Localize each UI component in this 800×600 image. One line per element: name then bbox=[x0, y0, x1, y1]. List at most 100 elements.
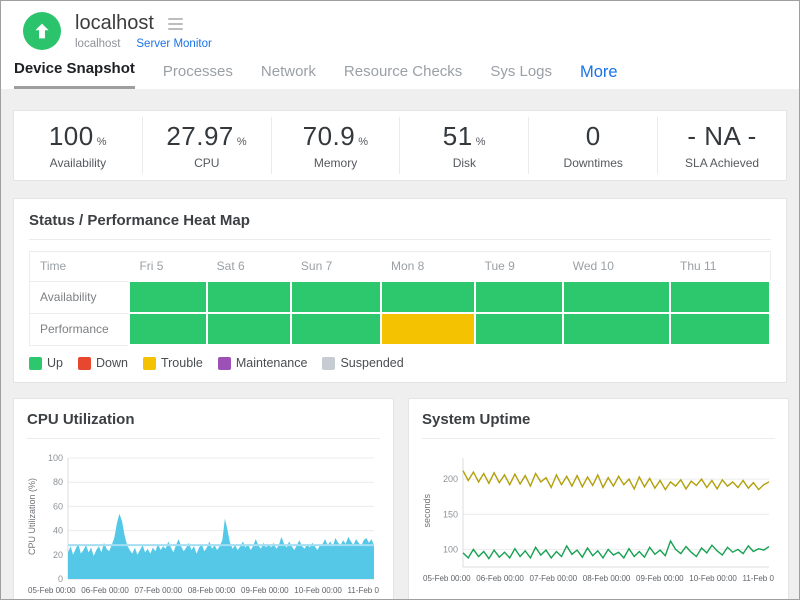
breadcrumb-category-link[interactable]: Server Monitor bbox=[136, 38, 211, 50]
heatmap-cell-availability-tue-9[interactable] bbox=[475, 281, 563, 313]
stat-cpu: 27.97%CPU bbox=[142, 117, 271, 174]
svg-text:80: 80 bbox=[53, 477, 63, 487]
heatmap-cell-performance-tue-9[interactable] bbox=[475, 313, 563, 345]
tab-processes[interactable]: Processes bbox=[163, 57, 233, 89]
stat-value: 27.97% bbox=[143, 121, 271, 152]
stat-sla-achieved: - NA - SLA Achieved bbox=[657, 117, 786, 174]
heatmap-card: Status / Performance Heat Map TimeFri 5S… bbox=[13, 198, 787, 383]
charts-row: CPU Utilization CPU Utilization (%) 0204… bbox=[13, 398, 787, 600]
svg-text:60: 60 bbox=[53, 501, 63, 511]
heatmap-col-fri-5: Fri 5 bbox=[129, 252, 206, 282]
tab-resource-checks[interactable]: Resource Checks bbox=[344, 57, 462, 89]
heatmap-col-wed-10: Wed 10 bbox=[563, 252, 670, 282]
heatmap-cell-performance-fri-5[interactable] bbox=[129, 313, 206, 345]
tab-network[interactable]: Network bbox=[261, 57, 316, 89]
heatmap-cell-performance-mon-8[interactable] bbox=[381, 313, 475, 345]
legend-item-suspended: Suspended bbox=[322, 356, 403, 370]
stat-value: 0 bbox=[529, 121, 657, 152]
content-area: 100%Availability27.97%CPU70.9%Memory51%D… bbox=[1, 89, 799, 600]
heatmap-col-mon-8: Mon 8 bbox=[381, 252, 475, 282]
svg-text:100: 100 bbox=[48, 453, 63, 463]
heatmap-legend: UpDownTroubleMaintenanceSuspended bbox=[29, 356, 771, 370]
heatmap-cell-performance-wed-10[interactable] bbox=[563, 313, 670, 345]
x-tick-label: 08-Feb 00:00 bbox=[583, 574, 631, 583]
heatmap-col-sun-7: Sun 7 bbox=[291, 252, 381, 282]
server-monitor-window: localhost localhost Server Monitor Devic… bbox=[0, 0, 800, 600]
x-tick-label: 10-Feb 00:00 bbox=[294, 586, 342, 595]
legend-label: Up bbox=[47, 356, 63, 370]
stat-unit: % bbox=[358, 136, 368, 148]
svg-text:20: 20 bbox=[53, 550, 63, 560]
uptime-chart-xaxis: 05-Feb 00:00 06-Feb 00:00 07-Feb 00:00 08-F… bbox=[422, 574, 775, 583]
stat-disk: 51% Disk bbox=[399, 117, 528, 174]
x-tick-label: 11-Feb 0 bbox=[743, 574, 774, 583]
svg-text:0: 0 bbox=[58, 574, 63, 584]
x-tick-label: 11-Feb 0 bbox=[348, 586, 379, 595]
heatmap-row-label: Performance bbox=[30, 313, 130, 345]
breadcrumb: localhost Server Monitor bbox=[75, 38, 212, 50]
stat-unit: % bbox=[97, 136, 107, 148]
cpu-chart-title: CPU Utilization bbox=[27, 411, 380, 439]
svg-text:200: 200 bbox=[443, 474, 458, 484]
heatmap-title: Status / Performance Heat Map bbox=[29, 212, 771, 240]
x-tick-label: 05-Feb 00:00 bbox=[423, 574, 471, 583]
stat-label: Availability bbox=[14, 156, 142, 170]
stat-label: SLA Achieved bbox=[658, 156, 786, 170]
legend-label: Suspended bbox=[340, 356, 403, 370]
legend-swatch-up bbox=[29, 357, 42, 370]
heatmap-row-label: Availability bbox=[30, 281, 130, 313]
cpu-chart-xaxis: 05-Feb 00:0006-Feb 00:0007-Feb 00:0008-F… bbox=[27, 586, 380, 595]
uptime-chart-ylabel: seconds bbox=[422, 494, 435, 528]
heatmap-cell-availability-sun-7[interactable] bbox=[291, 281, 381, 313]
heatmap-col-tue-9: Tue 9 bbox=[475, 252, 563, 282]
heatmap-col-time: Time bbox=[30, 252, 130, 282]
heatmap-header-row: TimeFri 5Sat 6Sun 7Mon 8Tue 9Wed 10Thu 1… bbox=[30, 252, 771, 282]
heatmap-cell-availability-fri-5[interactable] bbox=[129, 281, 206, 313]
tab-more[interactable]: More bbox=[580, 57, 618, 89]
x-tick-label: 05-Feb 00:00 bbox=[28, 586, 76, 595]
stat-label: Disk bbox=[400, 156, 528, 170]
heatmap-table: TimeFri 5Sat 6Sun 7Mon 8Tue 9Wed 10Thu 1… bbox=[29, 251, 771, 346]
stat-value: 51% bbox=[400, 121, 528, 152]
heatmap-body: AvailabilityPerformance bbox=[30, 281, 771, 345]
legend-swatch-maintenance bbox=[218, 357, 231, 370]
heatmap-cell-availability-thu-11[interactable] bbox=[670, 281, 770, 313]
stat-value: 100% bbox=[14, 121, 142, 152]
x-tick-label: 09-Feb 00:00 bbox=[241, 586, 289, 595]
legend-item-maintenance: Maintenance bbox=[218, 356, 308, 370]
tab-sys-logs[interactable]: Sys Logs bbox=[490, 57, 552, 89]
x-tick-label: 07-Feb 00:00 bbox=[530, 574, 578, 583]
heatmap-cell-performance-sat-6[interactable] bbox=[207, 313, 291, 345]
svg-text:150: 150 bbox=[443, 509, 458, 519]
page-title: localhost bbox=[75, 12, 154, 35]
svg-text:40: 40 bbox=[53, 526, 63, 536]
stat-value: - NA - bbox=[658, 121, 786, 152]
breadcrumb-device-name: localhost bbox=[75, 38, 120, 50]
x-tick-label: 06-Feb 00:00 bbox=[476, 574, 524, 583]
system-uptime-chart: 100 150 200 bbox=[435, 450, 775, 572]
stat-value: 70.9% bbox=[272, 121, 400, 152]
heatmap-cell-performance-thu-11[interactable] bbox=[670, 313, 770, 345]
stat-memory: 70.9% Memory bbox=[271, 117, 400, 174]
cpu-utilization-chart: 0 20 40 60 80 100 bbox=[40, 450, 380, 584]
tab-bar: Device Snapshot Processes Network Resource … bbox=[1, 52, 799, 89]
stats-summary-card: 100%Availability27.97%CPU70.9%Memory51%D… bbox=[13, 110, 787, 181]
heatmap-cell-availability-wed-10[interactable] bbox=[563, 281, 670, 313]
legend-swatch-trouble bbox=[143, 357, 156, 370]
heatmap-head: TimeFri 5Sat 6Sun 7Mon 8Tue 9Wed 10Thu 1… bbox=[30, 252, 771, 282]
svg-text:100: 100 bbox=[443, 544, 458, 554]
legend-swatch-suspended bbox=[322, 357, 335, 370]
stat-label: Memory bbox=[272, 156, 400, 170]
x-tick-label: 10-Feb 00:00 bbox=[689, 574, 737, 583]
heatmap-cell-availability-mon-8[interactable] bbox=[381, 281, 475, 313]
up-arrow-icon bbox=[31, 20, 53, 42]
hamburger-menu-icon[interactable] bbox=[166, 16, 185, 32]
stat-label: Downtimes bbox=[529, 156, 657, 170]
heatmap-row-performance: Performance bbox=[30, 313, 771, 345]
tab-device-snapshot[interactable]: Device Snapshot bbox=[14, 54, 135, 89]
x-tick-label: 09-Feb 00:00 bbox=[636, 574, 684, 583]
heatmap-row-availability: Availability bbox=[30, 281, 771, 313]
heatmap-cell-availability-sat-6[interactable] bbox=[207, 281, 291, 313]
heatmap-cell-performance-sun-7[interactable] bbox=[291, 313, 381, 345]
legend-item-trouble: Trouble bbox=[143, 356, 203, 370]
